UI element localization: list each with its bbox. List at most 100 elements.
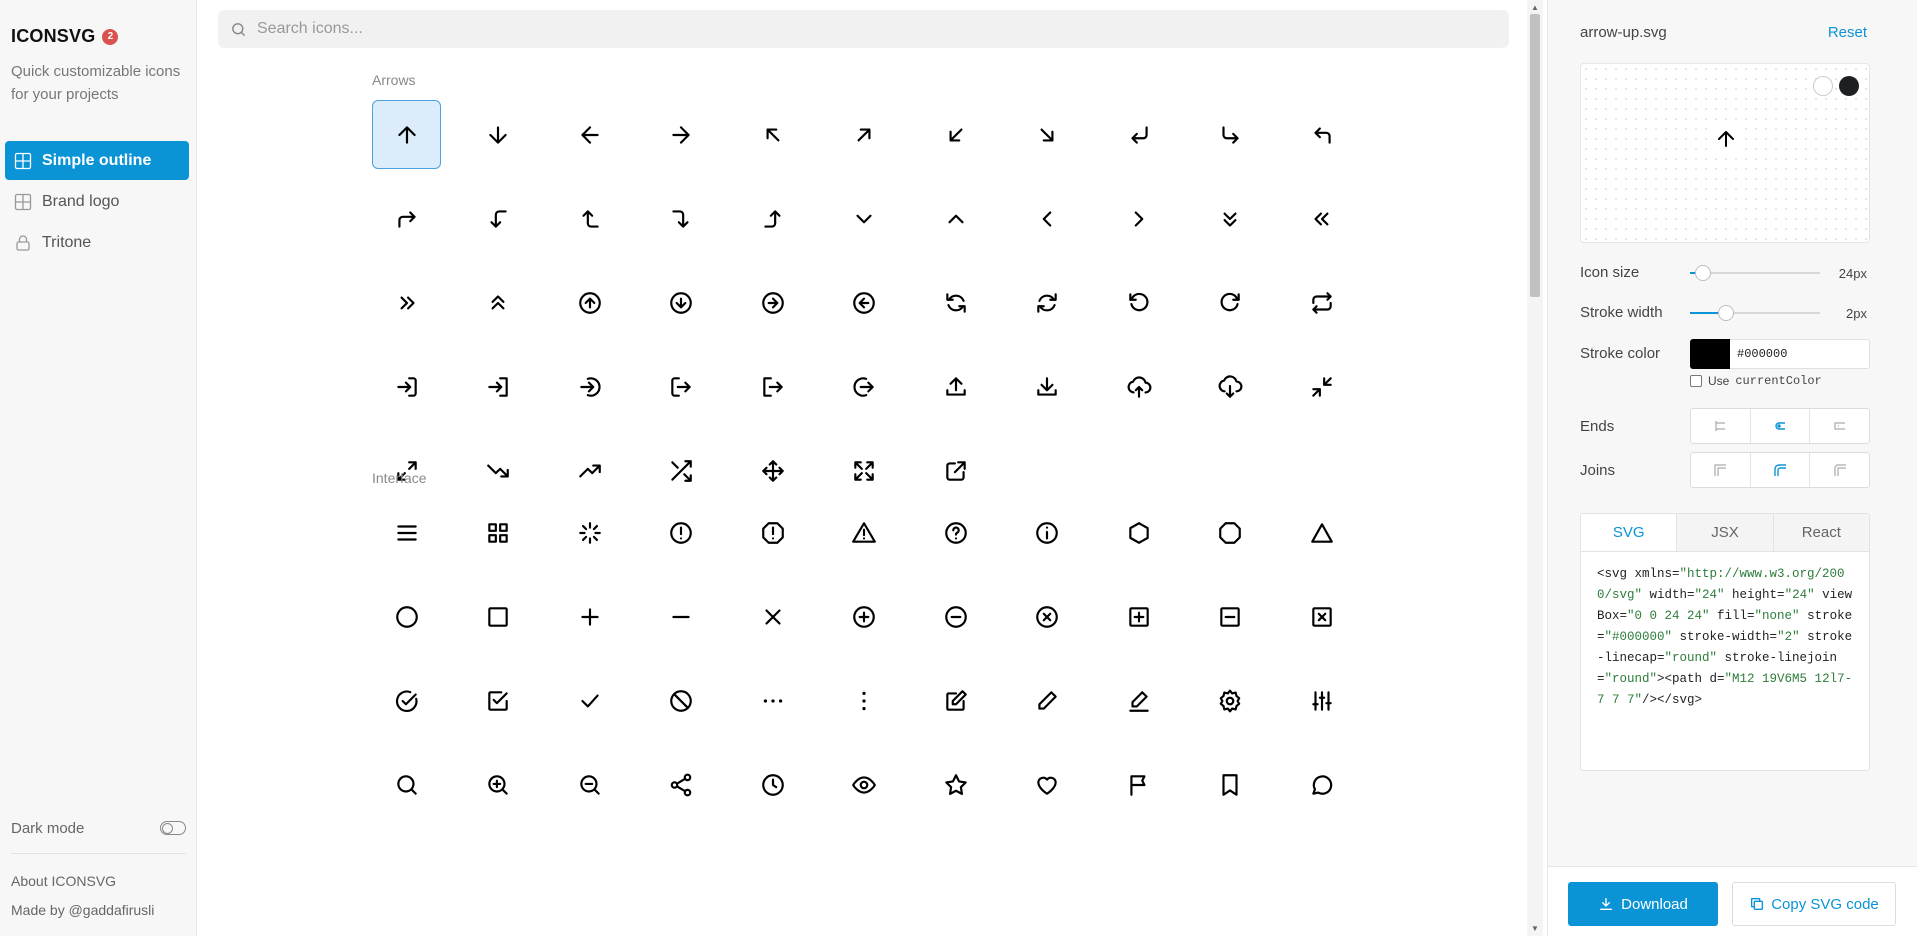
icon-tile-chevrons-down[interactable] [1196,184,1265,253]
light-background-toggle[interactable] [1813,76,1833,96]
icon-tile-settings[interactable] [1196,666,1265,735]
icon-tile-corner-up-left[interactable] [1287,100,1356,169]
icon-tile-logout-circle[interactable] [830,352,899,421]
icon-tile-zoom-out[interactable] [555,750,624,819]
notification-badge[interactable]: 2 [102,28,119,45]
icon-tile-arrow-up[interactable] [372,100,441,169]
scroll-thumb[interactable] [1530,14,1540,297]
linejoin-miter-option[interactable] [1691,453,1751,487]
linecap-butt-option[interactable] [1691,409,1751,443]
icon-tile-x-square[interactable] [1287,582,1356,651]
icon-tile-arrow-down-left[interactable] [921,100,990,169]
icon-tile-share[interactable] [647,750,716,819]
icon-tile-menu[interactable] [372,498,441,567]
icon-tile-chevron-left[interactable] [1013,184,1082,253]
icon-tile-arrow-up-right[interactable] [830,100,899,169]
icon-tile-maximize-2[interactable] [830,436,899,505]
icon-tile-zoom-in[interactable] [464,750,533,819]
search-bar[interactable] [218,10,1509,48]
linejoin-round-option[interactable] [1751,453,1811,487]
icon-tile-move[interactable] [738,436,807,505]
icon-tile-arrow-right[interactable] [647,100,716,169]
made-by-link[interactable]: Made by @gaddafirusli [11,896,154,925]
nav-item-simple-outline[interactable]: Simple outline [5,141,189,180]
icon-tile-grid[interactable] [464,498,533,567]
icon-tile-bookmark[interactable] [1196,750,1265,819]
icon-tile-corner-down-right-2[interactable] [647,184,716,253]
icon-tile-edit[interactable] [921,666,990,735]
icon-tile-pen[interactable] [1013,666,1082,735]
icon-tile-edit-line[interactable] [1104,666,1173,735]
icon-tile-x-circle[interactable] [1013,582,1082,651]
stroke-color-input[interactable]: #000000 [1730,339,1870,369]
dark-background-toggle[interactable] [1839,76,1859,96]
icon-tile-repeat[interactable] [1287,268,1356,337]
icon-tile-heart[interactable] [1013,750,1082,819]
icon-tile-refresh-ccw[interactable] [921,268,990,337]
icon-tile-help-circle[interactable] [921,498,990,567]
icon-tile-slash[interactable] [647,666,716,735]
icon-tile-check[interactable] [555,666,624,735]
icon-tile-arrow-down-circle[interactable] [647,268,716,337]
icon-tile-chevron-down[interactable] [830,184,899,253]
brand[interactable]: ICONSVG 2 [11,26,119,47]
use-current-color-checkbox[interactable] [1690,375,1702,387]
icon-tile-arrow-up-circle[interactable] [555,268,624,337]
icon-tile-arrow-up-left[interactable] [738,100,807,169]
icon-tile-more-horizontal[interactable] [738,666,807,735]
stroke-width-slider[interactable] [1690,305,1820,321]
icon-tile-logout[interactable] [647,352,716,421]
use-current-color[interactable]: Use currentColor [1690,374,1822,388]
main-scrollbar[interactable]: ▲ ▼ [1527,0,1543,936]
icon-tile-enter-left[interactable] [1104,100,1173,169]
icon-tile-alert-triangle[interactable] [830,498,899,567]
icon-tile-sliders[interactable] [1287,666,1356,735]
dark-mode-toggle[interactable] [160,821,186,835]
icon-tile-trending-up[interactable] [555,436,624,505]
icon-tile-more-vertical[interactable] [830,666,899,735]
color-swatch[interactable] [1690,339,1730,369]
icon-tile-x[interactable] [738,582,807,651]
icon-tile-minus-square[interactable] [1196,582,1265,651]
search-input[interactable] [257,20,1457,38]
icon-tile-chevron-right[interactable] [1104,184,1173,253]
icon-tile-external-link[interactable] [921,436,990,505]
icon-tile-login-2[interactable] [464,352,533,421]
about-link[interactable]: About ICONSVG [11,867,154,896]
icon-tile-corner-up-right[interactable] [372,184,441,253]
icon-tile-star[interactable] [921,750,990,819]
icon-tile-corner-up-left-2[interactable] [555,184,624,253]
dark-mode-row[interactable]: Dark mode [11,816,186,840]
icon-tile-eye[interactable] [830,750,899,819]
icon-tile-corner-left-down[interactable] [464,184,533,253]
slider-handle[interactable] [1718,305,1735,321]
icon-tile-alert-circle[interactable] [647,498,716,567]
icon-size-slider[interactable] [1690,265,1820,281]
icon-tile-upload[interactable] [921,352,990,421]
icon-tile-message-circle[interactable] [1287,750,1356,819]
icon-tile-search[interactable] [372,750,441,819]
scroll-down-icon[interactable]: ▼ [1531,924,1539,933]
scroll-up-icon[interactable]: ▲ [1531,3,1539,12]
nav-item-tritone[interactable]: Tritone [5,223,189,262]
tab-jsx[interactable]: JSX [1677,514,1774,551]
icon-tile-arrow-down-right[interactable] [1013,100,1082,169]
icon-tile-check-circle[interactable] [372,666,441,735]
icon-tile-cloud-upload[interactable] [1104,352,1173,421]
icon-tile-arrow-left-circle[interactable] [830,268,899,337]
icon-tile-info[interactable] [1013,498,1082,567]
icon-tile-plus-circle[interactable] [830,582,899,651]
icon-tile-check-square[interactable] [464,666,533,735]
icon-tile-octagon[interactable] [1196,498,1265,567]
icon-tile-shuffle[interactable] [647,436,716,505]
icon-tile-logout-2[interactable] [738,352,807,421]
tab-react[interactable]: React [1773,514,1869,551]
icon-tile-trending-down[interactable] [464,436,533,505]
icon-tile-square[interactable] [464,582,533,651]
icon-tile-clock[interactable] [738,750,807,819]
linecap-square-option[interactable] [1810,409,1869,443]
icon-tile-alert-octagon[interactable] [738,498,807,567]
icon-tile-arrow-right-circle[interactable] [738,268,807,337]
icon-tile-download[interactable] [1013,352,1082,421]
icon-tile-chevron-up[interactable] [921,184,990,253]
